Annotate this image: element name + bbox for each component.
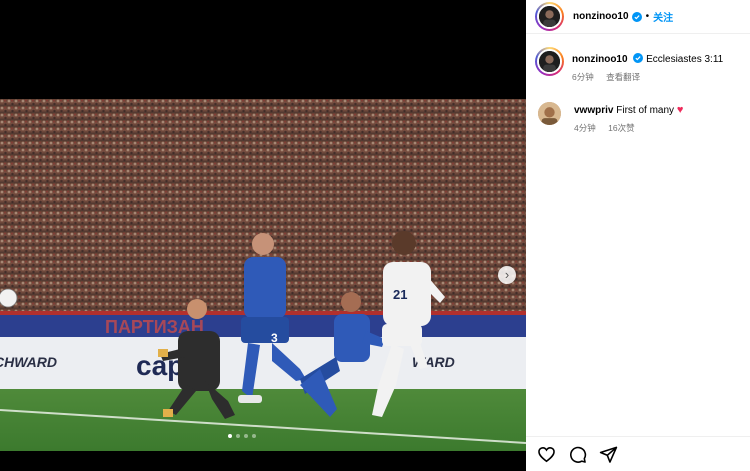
match-photo: ПАРТИЗАН CHWARD capi WARD 3 21 <box>0 99 526 451</box>
comment-item: vwwpriv First of many ♥ 4分钟 16次赞 <box>538 102 683 134</box>
carousel-dot <box>236 434 240 438</box>
share-icon[interactable] <box>599 445 618 464</box>
caption-avatar[interactable] <box>535 47 564 76</box>
like-icon[interactable] <box>537 445 556 464</box>
carousel-dot <box>244 434 248 438</box>
comment-text: First of many <box>616 105 675 116</box>
shirt-number: 21 <box>393 287 407 302</box>
banner-text-left: CHWARD <box>0 354 57 370</box>
verified-badge-icon <box>631 11 642 22</box>
carousel-dots <box>228 434 256 438</box>
carousel-dot <box>228 434 232 438</box>
defender-number: 3 <box>271 331 278 345</box>
verified-badge-icon <box>633 53 644 63</box>
post-header: nonzinoo10 • 关注 <box>526 0 750 34</box>
caption-time[interactable]: 6分钟 <box>572 72 594 82</box>
action-bar <box>526 436 750 471</box>
post-side-panel: nonzinoo10 • 关注 nonzinoo10 Ecclesiastes … <box>526 0 750 471</box>
follow-button[interactable]: 关注 <box>653 9 673 24</box>
caption-text: Ecclesiastes 3:11 <box>646 54 724 65</box>
author-username[interactable]: nonzinoo10 <box>573 11 629 22</box>
comment-icon[interactable] <box>568 445 587 464</box>
comment-time[interactable]: 4分钟 <box>574 123 596 133</box>
carousel-dot <box>252 434 256 438</box>
comment-avatar[interactable] <box>538 102 561 125</box>
caption: nonzinoo10 Ecclesiastes 3:11 6分钟 查看翻译 <box>535 47 723 83</box>
next-icon[interactable]: › <box>498 266 516 284</box>
comment-likes[interactable]: 16次赞 <box>608 123 634 133</box>
comment-username[interactable]: vwwpriv <box>574 105 613 116</box>
caption-username[interactable]: nonzinoo10 <box>572 54 628 65</box>
author-avatar[interactable] <box>535 2 564 31</box>
post-media[interactable]: ПАРТИЗАН CHWARD capi WARD 3 21 › <box>0 0 526 471</box>
translate-link[interactable]: 查看翻译 <box>606 72 640 82</box>
header-separator: • <box>645 11 650 22</box>
heart-emoji: ♥ <box>676 104 684 116</box>
